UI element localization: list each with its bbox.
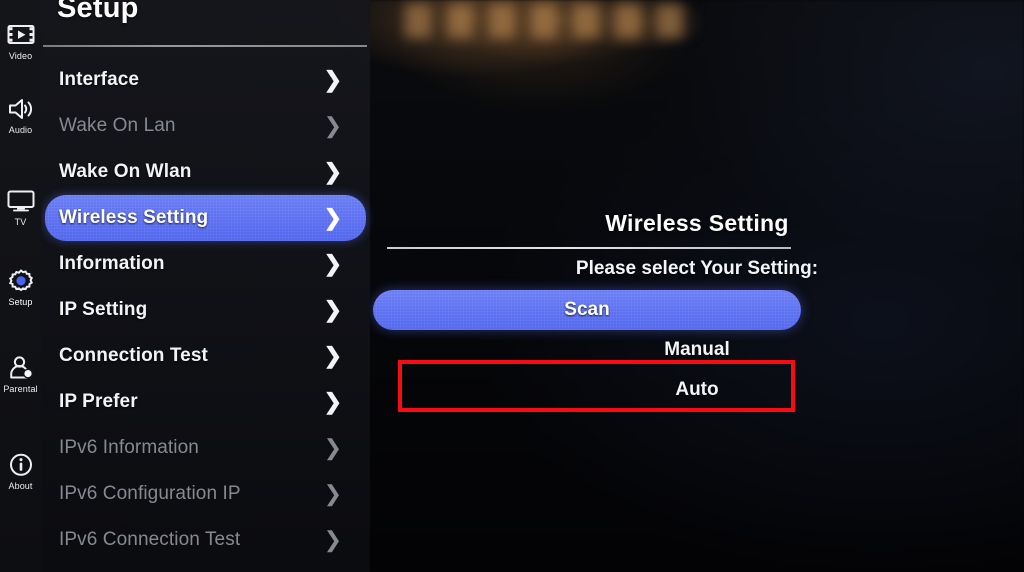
- category-icon-rail: Video Audio TV Setup Parental About: [0, 0, 41, 572]
- rail-label-video: Video: [8, 51, 33, 61]
- dialog-prompt: Please select Your Setting:: [575, 258, 819, 279]
- menu-item-label: IPv6 Connection Test: [59, 529, 241, 550]
- menu-item-wake-on-wlan[interactable]: Wake On Wlan ❯: [45, 149, 366, 195]
- chevron-right-icon: ❯: [323, 113, 342, 138]
- chevron-right-icon: ❯: [323, 297, 342, 322]
- menu-item-information[interactable]: Information ❯: [45, 241, 366, 287]
- person-badge-icon: [6, 355, 36, 383]
- menu-item-label: Connection Test: [59, 345, 208, 366]
- title-divider: [43, 45, 367, 47]
- menu-item-interface[interactable]: Interface ❯: [45, 57, 366, 103]
- menu-item-label: IP Setting: [59, 299, 148, 320]
- menu-item-connection-test[interactable]: Connection Test ❯: [45, 333, 366, 379]
- option-scan[interactable]: Scan: [373, 290, 801, 330]
- chevron-right-icon: ❯: [323, 251, 342, 276]
- option-label: Scan: [564, 299, 610, 320]
- option-auto[interactable]: Auto: [370, 370, 1024, 410]
- dialog-divider: [387, 247, 791, 249]
- wireless-setting-dialog: Wireless Setting Please select Your Sett…: [370, 0, 1024, 572]
- gear-icon: [6, 268, 36, 296]
- menu-item-label: IPv6 Information: [59, 437, 199, 458]
- rail-label-tv: TV: [14, 217, 27, 227]
- option-label: Auto: [675, 379, 719, 400]
- rail-item-setup[interactable]: Setup: [0, 268, 41, 307]
- rail-label-audio: Audio: [8, 125, 33, 135]
- menu-item-ip-setting[interactable]: IP Setting ❯: [45, 287, 366, 333]
- chevron-right-icon: ❯: [323, 389, 342, 414]
- option-manual[interactable]: Manual: [370, 330, 1024, 370]
- rail-item-tv[interactable]: TV: [0, 188, 41, 227]
- chevron-right-icon: ❯: [323, 343, 342, 368]
- menu-item-label: IP Prefer: [59, 391, 138, 412]
- rail-item-audio[interactable]: Audio: [0, 96, 41, 135]
- rail-label-parental: Parental: [3, 384, 38, 394]
- menu-item-label: IPv6 Configuration IP: [59, 483, 241, 504]
- menu-item-label: Interface: [59, 69, 140, 90]
- menu-item-ipv6-connection-test[interactable]: IPv6 Connection Test ❯: [45, 517, 366, 563]
- menu-item-wireless-setting[interactable]: Wireless Setting ❯: [45, 195, 366, 241]
- page-title: Setup: [57, 0, 139, 24]
- option-label: Manual: [664, 339, 730, 360]
- chevron-right-icon: ❯: [323, 481, 342, 506]
- speaker-waves-icon: [6, 96, 36, 124]
- settings-menu-panel: Setup Interface ❯ Wake On Lan ❯ Wake On …: [41, 0, 370, 572]
- tv-settings-screen: Video Audio TV Setup Parental About Setu…: [0, 0, 1024, 572]
- chevron-right-icon: ❯: [323, 205, 342, 230]
- menu-item-label: Wake On Lan: [59, 115, 176, 136]
- menu-item-label: Wake On Wlan: [59, 161, 192, 182]
- film-play-icon: [6, 22, 36, 50]
- chevron-right-icon: ❯: [323, 435, 342, 460]
- rail-label-about: About: [8, 481, 33, 491]
- chevron-right-icon: ❯: [323, 67, 342, 92]
- television-icon: [6, 188, 36, 216]
- rail-label-setup: Setup: [8, 297, 33, 307]
- menu-item-label: Wireless Setting: [59, 207, 209, 228]
- rail-item-about[interactable]: About: [0, 452, 41, 491]
- menu-item-ip-prefer[interactable]: IP Prefer ❯: [45, 379, 366, 425]
- menu-item-label: Information: [59, 253, 165, 274]
- menu-item-wake-on-lan[interactable]: Wake On Lan ❯: [45, 103, 366, 149]
- menu-item-ipv6-information[interactable]: IPv6 Information ❯: [45, 425, 366, 471]
- rail-item-parental[interactable]: Parental: [0, 355, 41, 394]
- dialog-title: Wireless Setting: [605, 210, 789, 236]
- menu-item-ipv6-configuration-ip[interactable]: IPv6 Configuration IP ❯: [45, 471, 366, 517]
- settings-menu-list: Interface ❯ Wake On Lan ❯ Wake On Wlan ❯…: [41, 57, 370, 563]
- dialog-option-list: Scan Manual Auto: [370, 290, 1024, 410]
- chevron-right-icon: ❯: [323, 159, 342, 184]
- chevron-right-icon: ❯: [323, 527, 342, 552]
- info-circle-icon: [6, 452, 36, 480]
- rail-item-video[interactable]: Video: [0, 22, 41, 61]
